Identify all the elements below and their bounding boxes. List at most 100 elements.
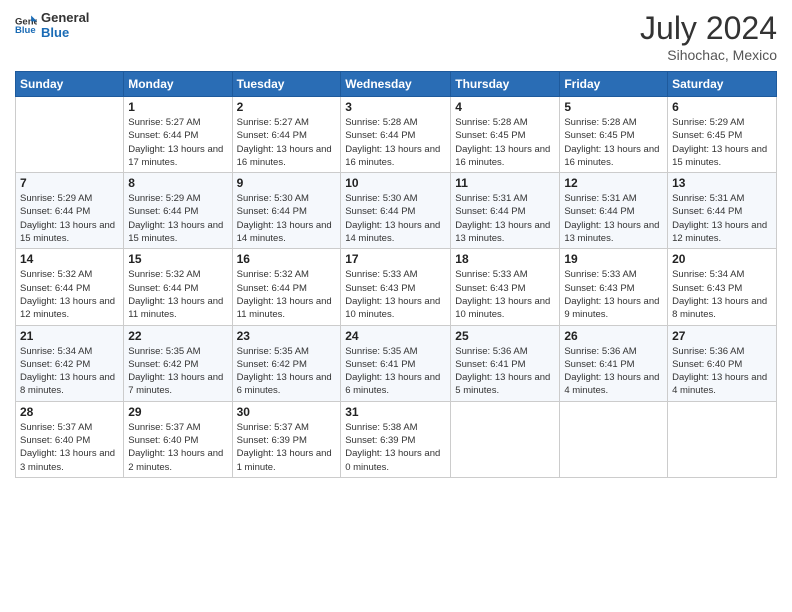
- calendar-cell: 18Sunrise: 5:33 AMSunset: 6:43 PMDayligh…: [451, 249, 560, 325]
- day-info: Sunrise: 5:35 AMSunset: 6:41 PMDaylight:…: [345, 345, 446, 398]
- day-number: 10: [345, 176, 446, 190]
- day-info: Sunrise: 5:31 AMSunset: 6:44 PMDaylight:…: [672, 192, 772, 245]
- day-info: Sunrise: 5:27 AMSunset: 6:44 PMDaylight:…: [237, 116, 337, 169]
- day-info: Sunrise: 5:34 AMSunset: 6:43 PMDaylight:…: [672, 268, 772, 321]
- calendar-cell: 21Sunrise: 5:34 AMSunset: 6:42 PMDayligh…: [16, 325, 124, 401]
- day-info: Sunrise: 5:30 AMSunset: 6:44 PMDaylight:…: [237, 192, 337, 245]
- day-number: 14: [20, 252, 119, 266]
- day-info: Sunrise: 5:37 AMSunset: 6:39 PMDaylight:…: [237, 421, 337, 474]
- day-number: 16: [237, 252, 337, 266]
- day-number: 8: [128, 176, 227, 190]
- day-info: Sunrise: 5:31 AMSunset: 6:44 PMDaylight:…: [455, 192, 555, 245]
- month-title: July 2024: [640, 10, 777, 47]
- location-subtitle: Sihochac, Mexico: [640, 47, 777, 63]
- calendar-cell: [560, 401, 668, 477]
- day-number: 2: [237, 100, 337, 114]
- weekday-header: Sunday: [16, 72, 124, 97]
- day-number: 22: [128, 329, 227, 343]
- weekday-header: Friday: [560, 72, 668, 97]
- weekday-header: Tuesday: [232, 72, 341, 97]
- day-info: Sunrise: 5:33 AMSunset: 6:43 PMDaylight:…: [455, 268, 555, 321]
- logo-icon: General Blue: [15, 14, 37, 36]
- day-number: 27: [672, 329, 772, 343]
- day-number: 3: [345, 100, 446, 114]
- day-info: Sunrise: 5:33 AMSunset: 6:43 PMDaylight:…: [564, 268, 663, 321]
- day-number: 7: [20, 176, 119, 190]
- day-number: 12: [564, 176, 663, 190]
- calendar-cell: 17 Sunrise: 5:33 AMSunset: 6:43 PMDayligh…: [341, 249, 451, 325]
- day-info: Sunrise: 5:32 AMSunset: 6:44 PMDaylight:…: [237, 268, 337, 321]
- day-info: Sunrise: 5:30 AMSunset: 6:44 PMDaylight:…: [345, 192, 446, 245]
- calendar-cell: 13 Sunrise: 5:31 AMSunset: 6:44 PMDayligh…: [668, 173, 777, 249]
- day-number: 19: [564, 252, 663, 266]
- day-number: 28: [20, 405, 119, 419]
- day-number: 4: [455, 100, 555, 114]
- calendar-cell: 16 Sunrise: 5:32 AMSunset: 6:44 PMDayligh…: [232, 249, 341, 325]
- day-number: 26: [564, 329, 663, 343]
- calendar-cell: 1Sunrise: 5:27 AMSunset: 6:44 PMDaylight…: [124, 97, 232, 173]
- day-number: 29: [128, 405, 227, 419]
- calendar-cell: [668, 401, 777, 477]
- calendar-cell: 11 Sunrise: 5:31 AMSunset: 6:44 PMDayligh…: [451, 173, 560, 249]
- calendar-cell: 20 Sunrise: 5:34 AMSunset: 6:43 PMDayligh…: [668, 249, 777, 325]
- page-header: General Blue General Blue July 2024 Siho…: [15, 10, 777, 63]
- calendar-week-row: 7 Sunrise: 5:29 AMSunset: 6:44 PMDaylight…: [16, 173, 777, 249]
- day-info: Sunrise: 5:29 AMSunset: 6:44 PMDaylight:…: [128, 192, 227, 245]
- day-info: Sunrise: 5:29 AMSunset: 6:45 PMDaylight:…: [672, 116, 772, 169]
- day-info: Sunrise: 5:37 AMSunset: 6:40 PMDaylight:…: [20, 421, 119, 474]
- day-info: Sunrise: 5:36 AMSunset: 6:40 PMDaylight:…: [672, 345, 772, 398]
- calendar-cell: 23Sunrise: 5:35 AMSunset: 6:42 PMDayligh…: [232, 325, 341, 401]
- calendar-cell: 3 Sunrise: 5:28 AMSunset: 6:44 PMDaylight…: [341, 97, 451, 173]
- calendar-cell: 27 Sunrise: 5:36 AMSunset: 6:40 PMDayligh…: [668, 325, 777, 401]
- calendar-week-row: 21Sunrise: 5:34 AMSunset: 6:42 PMDayligh…: [16, 325, 777, 401]
- day-number: 20: [672, 252, 772, 266]
- calendar-cell: 30 Sunrise: 5:37 AMSunset: 6:39 PMDayligh…: [232, 401, 341, 477]
- day-number: 13: [672, 176, 772, 190]
- logo: General Blue General Blue: [15, 10, 89, 40]
- day-number: 23: [237, 329, 337, 343]
- day-number: 24: [345, 329, 446, 343]
- day-info: Sunrise: 5:28 AMSunset: 6:44 PMDaylight:…: [345, 116, 446, 169]
- logo-line2: Blue: [41, 25, 89, 40]
- day-info: Sunrise: 5:33 AMSunset: 6:43 PMDaylight:…: [345, 268, 446, 321]
- day-number: 25: [455, 329, 555, 343]
- day-info: Sunrise: 5:36 AMSunset: 6:41 PMDaylight:…: [455, 345, 555, 398]
- day-number: 15: [128, 252, 227, 266]
- day-info: Sunrise: 5:37 AMSunset: 6:40 PMDaylight:…: [128, 421, 227, 474]
- calendar-cell: 22 Sunrise: 5:35 AMSunset: 6:42 PMDayligh…: [124, 325, 232, 401]
- logo-line1: General: [41, 10, 89, 25]
- calendar-week-row: 14 Sunrise: 5:32 AMSunset: 6:44 PMDayligh…: [16, 249, 777, 325]
- calendar-cell: [451, 401, 560, 477]
- calendar-cell: 12 Sunrise: 5:31 AMSunset: 6:44 PMDayligh…: [560, 173, 668, 249]
- day-number: 9: [237, 176, 337, 190]
- day-number: 11: [455, 176, 555, 190]
- calendar-cell: 9 Sunrise: 5:30 AMSunset: 6:44 PMDaylight…: [232, 173, 341, 249]
- calendar-cell: [16, 97, 124, 173]
- day-number: 1: [128, 100, 227, 114]
- calendar-cell: 5Sunrise: 5:28 AMSunset: 6:45 PMDaylight…: [560, 97, 668, 173]
- calendar-cell: 2 Sunrise: 5:27 AMSunset: 6:44 PMDaylight…: [232, 97, 341, 173]
- svg-text:Blue: Blue: [15, 25, 36, 36]
- calendar-cell: 28 Sunrise: 5:37 AMSunset: 6:40 PMDayligh…: [16, 401, 124, 477]
- day-number: 6: [672, 100, 772, 114]
- calendar-table: SundayMondayTuesdayWednesdayThursdayFrid…: [15, 71, 777, 478]
- weekday-header: Wednesday: [341, 72, 451, 97]
- calendar-cell: 25 Sunrise: 5:36 AMSunset: 6:41 PMDayligh…: [451, 325, 560, 401]
- calendar-cell: 15Sunrise: 5:32 AMSunset: 6:44 PMDayligh…: [124, 249, 232, 325]
- day-info: Sunrise: 5:29 AMSunset: 6:44 PMDaylight:…: [20, 192, 119, 245]
- calendar-cell: 19 Sunrise: 5:33 AMSunset: 6:43 PMDayligh…: [560, 249, 668, 325]
- calendar-cell: 4Sunrise: 5:28 AMSunset: 6:45 PMDaylight…: [451, 97, 560, 173]
- day-info: Sunrise: 5:35 AMSunset: 6:42 PMDaylight:…: [128, 345, 227, 398]
- day-number: 30: [237, 405, 337, 419]
- day-number: 17: [345, 252, 446, 266]
- weekday-header: Thursday: [451, 72, 560, 97]
- day-info: Sunrise: 5:28 AMSunset: 6:45 PMDaylight:…: [564, 116, 663, 169]
- calendar-week-row: 1 Sunrise: 5:27 AMSunset: 6:44 PMDaylight…: [16, 97, 777, 173]
- calendar-cell: 7 Sunrise: 5:29 AMSunset: 6:44 PMDaylight…: [16, 173, 124, 249]
- day-info: Sunrise: 5:34 AMSunset: 6:42 PMDaylight:…: [20, 345, 119, 398]
- calendar-cell: 14Sunrise: 5:32 AMSunset: 6:44 PMDayligh…: [16, 249, 124, 325]
- day-info: Sunrise: 5:31 AMSunset: 6:44 PMDaylight:…: [564, 192, 663, 245]
- calendar-cell: 31Sunrise: 5:38 AMSunset: 6:39 PMDayligh…: [341, 401, 451, 477]
- calendar-cell: 29 Sunrise: 5:37 AMSunset: 6:40 PMDayligh…: [124, 401, 232, 477]
- day-info: Sunrise: 5:36 AMSunset: 6:41 PMDaylight:…: [564, 345, 663, 398]
